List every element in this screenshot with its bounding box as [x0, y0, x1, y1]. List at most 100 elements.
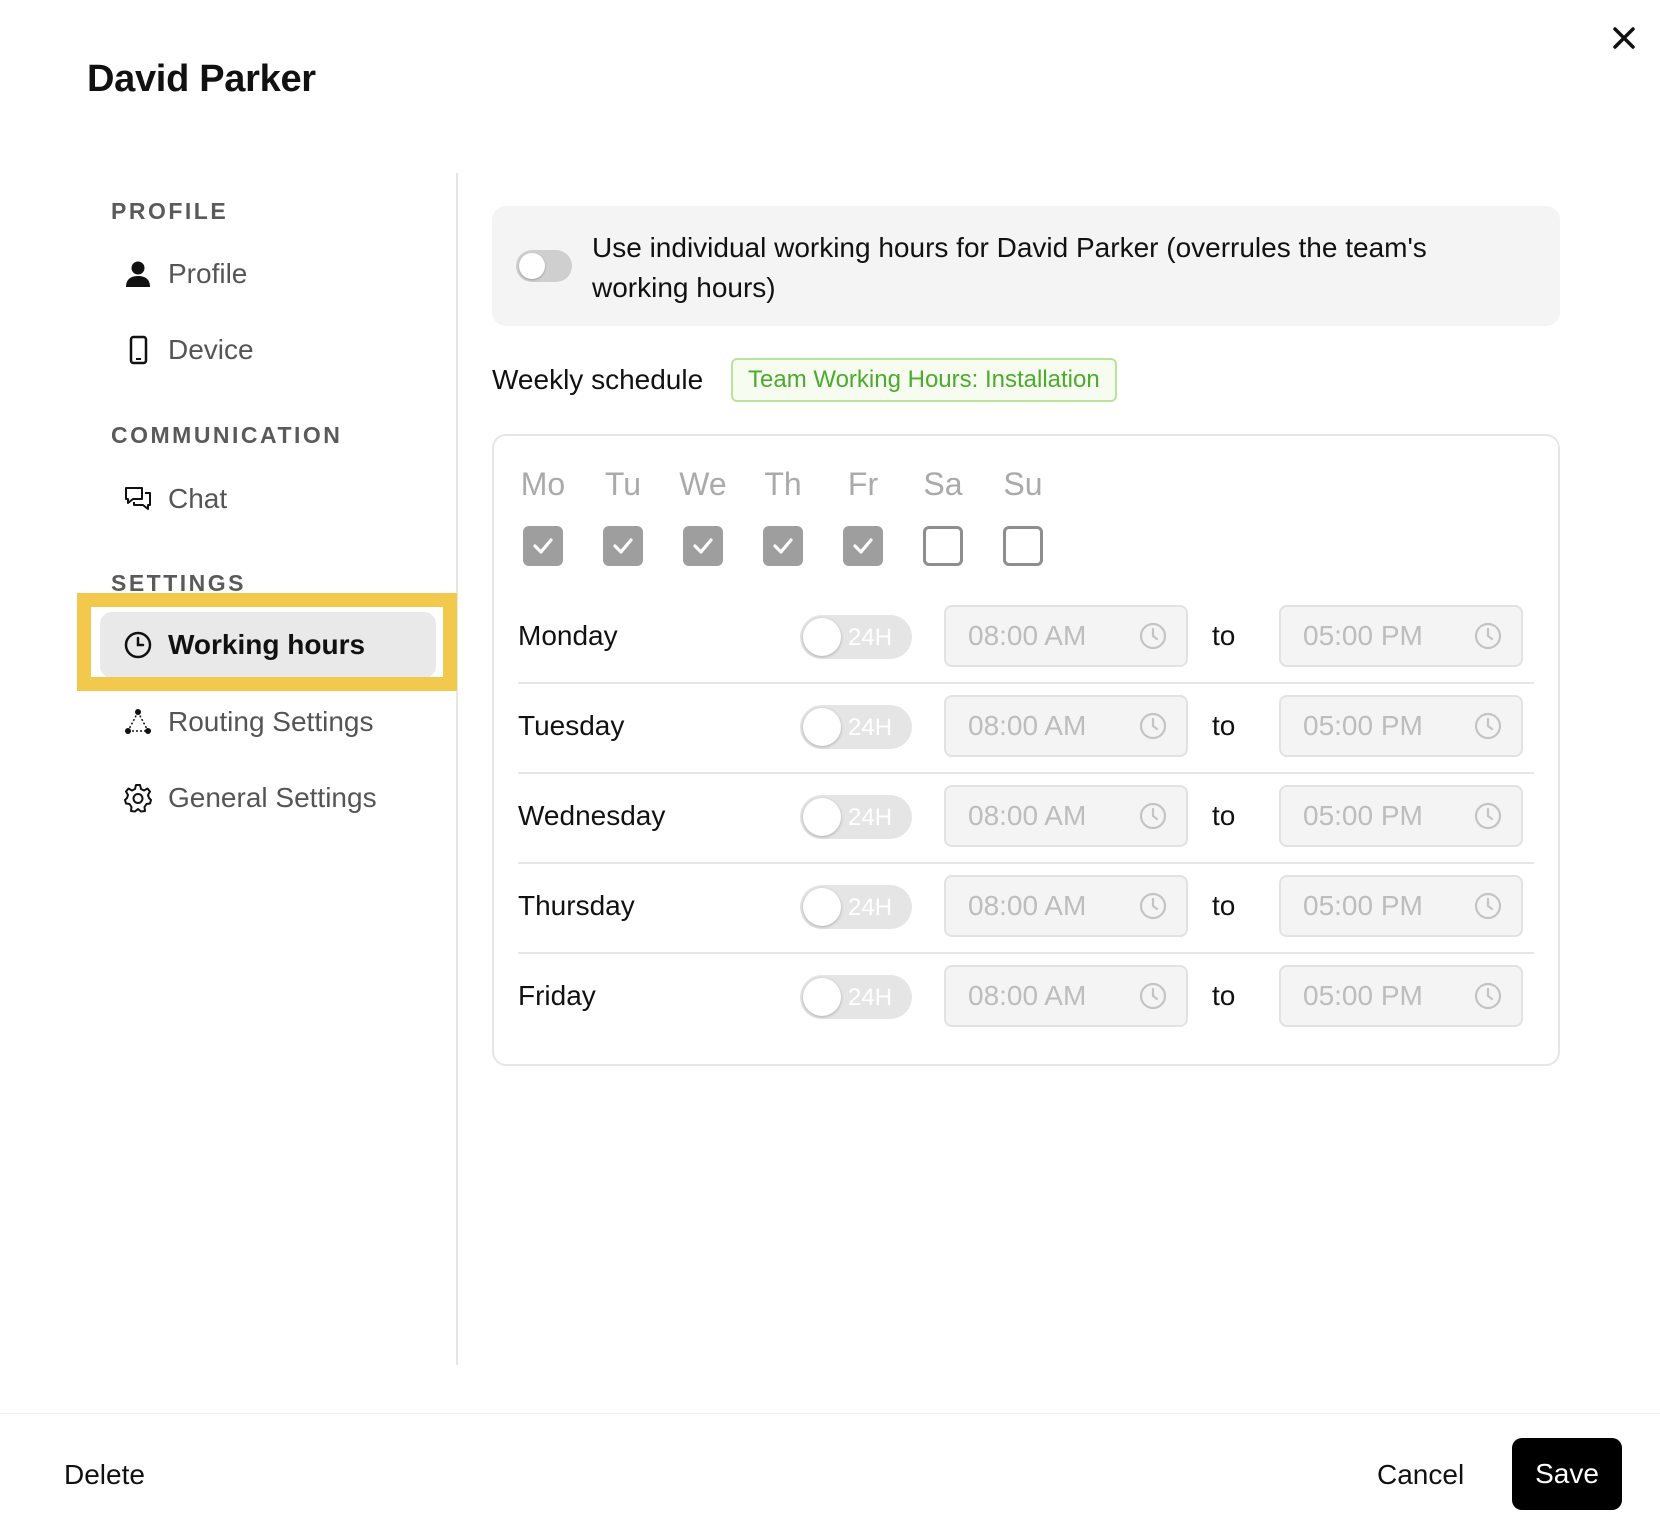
to-label: to [1212, 980, 1236, 1011]
end-time-value: 05:00 PM [1303, 890, 1423, 921]
clock-icon [1474, 622, 1502, 650]
weekly-schedule-title: Weekly schedule [492, 364, 704, 395]
sidebar-item-working-hours[interactable]: Working hours [100, 612, 436, 678]
24h-toggle[interactable]: 24H [800, 795, 912, 839]
sidebar-item-profile[interactable]: Profile [100, 241, 436, 307]
person-icon [120, 256, 156, 292]
toggle-knob [803, 708, 841, 746]
sidebar-item-label: Device [168, 334, 254, 365]
to-label: to [1212, 620, 1236, 651]
section-label-profile: PROFILE [111, 198, 229, 224]
check-icon [693, 538, 713, 554]
start-time-input[interactable]: 08:00 AM [944, 965, 1188, 1027]
clock-icon [1139, 802, 1167, 830]
check-icon [613, 538, 633, 554]
start-time-value: 08:00 AM [968, 710, 1087, 741]
day-checkbox-fr[interactable] [843, 526, 883, 566]
end-time-value: 05:00 PM [1303, 710, 1423, 741]
save-button[interactable]: Save [1512, 1438, 1622, 1510]
row-day-label: Thursday [518, 890, 635, 921]
start-time-value: 08:00 AM [968, 980, 1087, 1011]
row-day-label: Wednesday [518, 800, 666, 831]
toggle-knob [519, 253, 545, 279]
start-time-input[interactable]: 08:00 AM [944, 605, 1188, 667]
row-day-label: Monday [518, 620, 618, 651]
sidebar-item-device[interactable]: Device [100, 317, 436, 383]
toggle-knob [803, 618, 841, 656]
schedule-row-wednesday: Wednesday 24H 08:00 AM to 05:00 PM [518, 774, 1534, 864]
end-time-input[interactable]: 05:00 PM [1279, 965, 1523, 1027]
day-checkbox-tu[interactable] [603, 526, 643, 566]
individual-hours-text: Use individual working hours for David P… [592, 232, 1427, 303]
end-time-value: 05:00 PM [1303, 620, 1423, 651]
clock-icon [1139, 892, 1167, 920]
day-header-mo: Mo [520, 466, 566, 502]
24h-toggle[interactable]: 24H [800, 615, 912, 659]
end-time-input[interactable]: 05:00 PM [1279, 875, 1523, 937]
clock-icon [1474, 892, 1502, 920]
start-time-input[interactable]: 08:00 AM [944, 875, 1188, 937]
delete-button[interactable]: Delete [56, 1445, 153, 1505]
section-label-settings: SETTINGS [111, 570, 247, 596]
weekly-schedule-card: Mo Tu We Th Fr Sa Su Monday 24H 08:00 AM… [492, 434, 1560, 1066]
day-checkbox-mo[interactable] [523, 526, 563, 566]
schedule-row-friday: Friday 24H 08:00 AM to 05:00 PM [518, 954, 1534, 1044]
close-icon [1613, 27, 1635, 49]
check-icon [533, 538, 553, 554]
day-checkbox-su[interactable] [1003, 526, 1043, 566]
individual-hours-card: Use individual working hours for David P… [492, 206, 1560, 326]
row-day-label: Tuesday [518, 710, 625, 741]
end-time-value: 05:00 PM [1303, 800, 1423, 831]
day-checkbox-sa[interactable] [923, 526, 963, 566]
sidebar-item-label: Working hours [168, 629, 366, 660]
24h-toggle[interactable]: 24H [800, 705, 912, 749]
clock-icon [1139, 982, 1167, 1010]
toggle-knob [803, 798, 841, 836]
24h-toggle[interactable]: 24H [800, 975, 912, 1019]
start-time-input[interactable]: 08:00 AM [944, 785, 1188, 847]
close-button[interactable] [1606, 20, 1642, 56]
24h-label: 24H [848, 804, 893, 831]
day-header-we: We [679, 466, 727, 502]
check-icon [773, 538, 793, 554]
to-label: to [1212, 710, 1236, 741]
to-label: to [1212, 800, 1236, 831]
chat-icon [120, 481, 156, 517]
toggle-knob [803, 888, 841, 926]
individual-hours-toggle[interactable] [516, 250, 572, 282]
end-time-input[interactable]: 05:00 PM [1279, 785, 1523, 847]
cancel-button[interactable]: Cancel [1365, 1445, 1476, 1505]
sidebar-item-general-settings[interactable]: General Settings [100, 765, 436, 831]
clock-icon [1474, 712, 1502, 740]
footer-divider [0, 1413, 1660, 1414]
routing-icon [120, 704, 156, 740]
day-checkbox-we[interactable] [683, 526, 723, 566]
day-header-sa: Sa [923, 466, 963, 502]
sidebar-item-routing-settings[interactable]: Routing Settings [100, 689, 436, 755]
clock-icon [1474, 982, 1502, 1010]
toggle-knob [803, 978, 841, 1016]
24h-label: 24H [848, 894, 893, 921]
start-time-value: 08:00 AM [968, 800, 1087, 831]
sidebar-item-label: Chat [168, 483, 228, 514]
phone-icon [120, 332, 156, 368]
sidebar-item-chat[interactable]: Chat [100, 466, 436, 532]
schedule-row-thursday: Thursday 24H 08:00 AM to 05:00 PM [518, 864, 1534, 954]
clock-icon [1474, 802, 1502, 830]
end-time-input[interactable]: 05:00 PM [1279, 605, 1523, 667]
to-label: to [1212, 890, 1236, 921]
sidebar-item-label: General Settings [168, 782, 377, 813]
schedule-row-monday: Monday 24H 08:00 AM to 05:00 PM [518, 594, 1534, 684]
24h-label: 24H [848, 984, 893, 1011]
end-time-value: 05:00 PM [1303, 980, 1423, 1011]
day-header-fr: Fr [847, 466, 879, 502]
24h-toggle[interactable]: 24H [800, 885, 912, 929]
check-icon [853, 538, 873, 554]
day-checkbox-th[interactable] [763, 526, 803, 566]
24h-label: 24H [848, 714, 893, 741]
day-header-tu: Tu [604, 466, 642, 502]
start-time-input[interactable]: 08:00 AM [944, 695, 1188, 757]
gear-icon [120, 780, 156, 816]
end-time-input[interactable]: 05:00 PM [1279, 695, 1523, 757]
day-header-su: Su [1003, 466, 1043, 502]
